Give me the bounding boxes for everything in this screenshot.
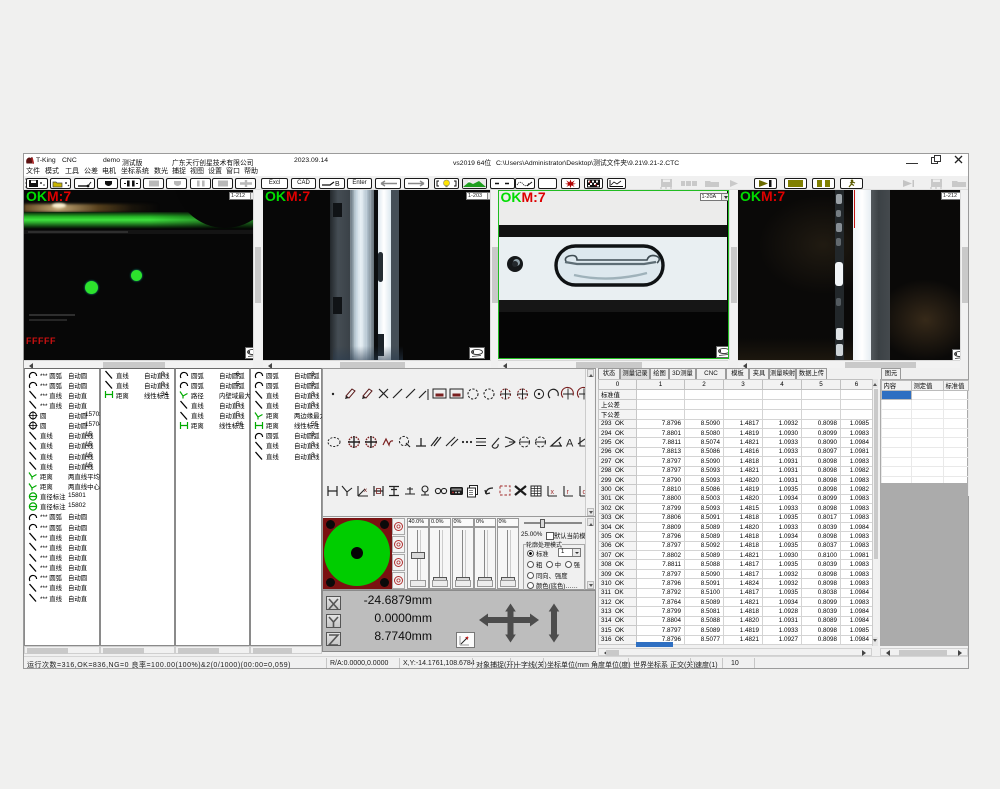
svg-text:x: x — [551, 489, 555, 496]
svg-text:B: B — [335, 181, 340, 188]
svg-text:x: x — [364, 488, 367, 494]
svg-text:A: A — [566, 438, 574, 450]
svg-text:r: r — [567, 489, 570, 496]
